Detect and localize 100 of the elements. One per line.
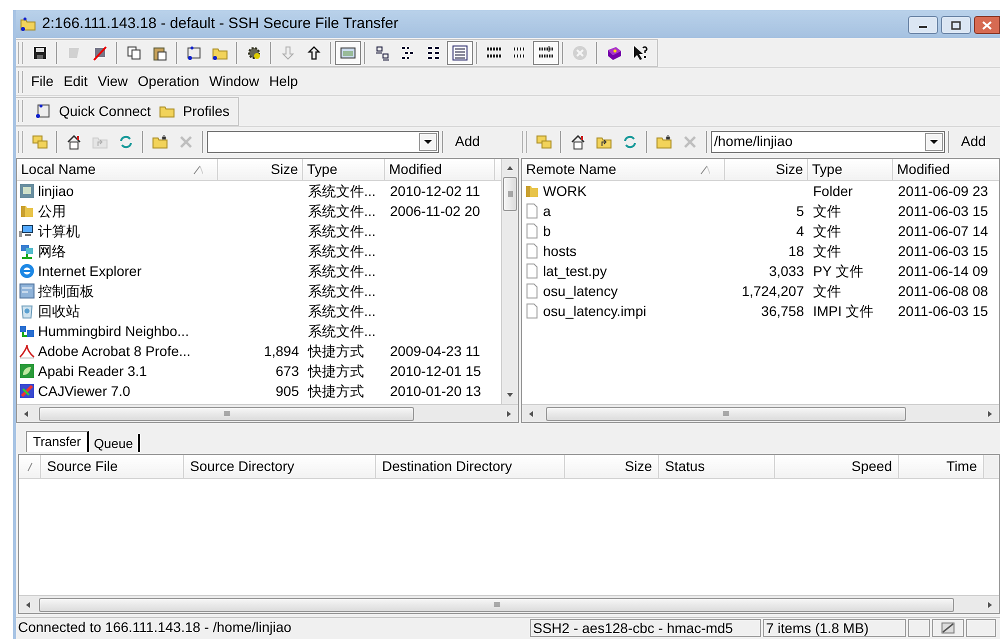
scrollbar-thumb[interactable] — [39, 406, 414, 420]
column-header[interactable]: Size — [725, 159, 808, 181]
column-header[interactable]: Type — [303, 159, 385, 181]
left-arrow-icon — [23, 410, 29, 418]
home-icon — [66, 134, 82, 150]
modified-date: 2006-11-02 20 — [390, 202, 480, 218]
modified-date: 2011-06-09 23 — [898, 182, 988, 198]
file-name[interactable]: linjiao — [38, 180, 74, 202]
status-field — [908, 618, 930, 636]
file-name[interactable]: osu_latency.impi — [543, 300, 646, 322]
disconnect-icon — [92, 45, 108, 61]
horizontal-scrollbar[interactable] — [522, 404, 999, 422]
menu-item[interactable]: File — [27, 70, 58, 92]
menu-item[interactable]: Edit — [60, 70, 92, 92]
file-name[interactable]: Internet Explorer — [38, 260, 142, 282]
add-button[interactable]: Add — [447, 130, 488, 154]
file-type: 系统文件... — [308, 242, 376, 258]
column-header[interactable]: Source Directory — [184, 455, 376, 479]
down-arrow-icon — [506, 392, 514, 398]
column-header[interactable]: Modified — [385, 159, 495, 181]
file-icon — [524, 203, 540, 219]
folder-icon — [19, 203, 35, 219]
computer-window-icon — [186, 45, 202, 61]
status-field: SSH2 - aes128-cbc - hmac-md5 — [530, 618, 761, 636]
details-button[interactable] — [447, 41, 473, 65]
quick-connect-button[interactable]: Quick Connect — [35, 99, 151, 123]
status-field — [966, 618, 996, 636]
minimize-button[interactable] — [908, 16, 938, 34]
scrollbar-thumb[interactable] — [503, 177, 517, 211]
file-name[interactable]: a — [543, 200, 551, 222]
column-header[interactable]: Speed — [775, 455, 899, 479]
file-name[interactable]: 回收站 — [38, 300, 80, 322]
folder-icon — [524, 183, 540, 199]
file-type: 文件 — [813, 282, 841, 298]
file-name[interactable]: 计算机 — [38, 220, 80, 242]
file-name[interactable]: hosts — [543, 240, 576, 262]
control-panel-icon — [19, 283, 35, 299]
path-combo[interactable]: /home/linjiao — [711, 130, 945, 152]
column-header[interactable]: Time — [899, 455, 984, 479]
new-folder-icon — [656, 134, 672, 150]
terminal-button[interactable] — [335, 41, 361, 65]
tab[interactable]: Transfer — [26, 431, 89, 452]
left-arrow-icon — [528, 410, 534, 418]
profiles-button[interactable]: Profiles — [158, 99, 230, 123]
scrollbar-thumb[interactable] — [546, 406, 906, 420]
refresh-icon — [622, 134, 638, 150]
horizontal-scrollbar[interactable] — [17, 404, 518, 422]
scrollbar-thumb[interactable] — [39, 598, 954, 612]
file-name[interactable]: Hummingbird Neighbo... — [38, 320, 189, 342]
file-size: 4 — [796, 222, 804, 238]
file-name[interactable]: Adobe Acrobat 8 Profe... — [38, 340, 191, 362]
path-text: /home/linjiao — [713, 132, 794, 151]
file-name[interactable]: 公用 — [38, 200, 66, 222]
file-name[interactable]: osu_latency — [543, 280, 618, 302]
menu-item[interactable]: Window — [205, 70, 264, 92]
file-icon — [524, 223, 540, 239]
dropdown-button[interactable] — [925, 132, 943, 150]
large-icons-icon — [374, 45, 390, 61]
file-name[interactable]: lat_test.py — [543, 260, 607, 282]
file-name[interactable]: Apabi Reader 3.1 — [38, 360, 147, 382]
auto-mode-button[interactable] — [533, 41, 559, 65]
file-name[interactable]: WORK — [543, 180, 587, 202]
menu-item[interactable]: View — [94, 70, 132, 92]
file-name[interactable]: CAJViewer 7.0 — [38, 380, 130, 402]
tab[interactable]: Queue — [88, 434, 140, 452]
folders-icon — [32, 134, 48, 150]
modified-date: 2011-06-03 15 — [898, 202, 988, 218]
maximize-button[interactable] — [941, 16, 971, 34]
column-header[interactable]: Local Name — [17, 159, 218, 181]
column-header[interactable]: Status — [659, 455, 775, 479]
network-app-icon — [19, 323, 35, 339]
column-header[interactable]: Size — [565, 455, 659, 479]
file-size: 36,758 — [761, 302, 804, 318]
dropdown-button[interactable] — [419, 132, 437, 150]
vertical-scrollbar[interactable] — [501, 159, 518, 404]
file-type: 系统文件... — [308, 282, 376, 298]
menu-item[interactable]: Help — [265, 70, 302, 92]
modified-date: 2011-06-14 09 — [898, 262, 988, 278]
column-header[interactable]: Remote Name — [522, 159, 725, 181]
file-name[interactable]: 控制面板 — [38, 280, 94, 302]
column-header[interactable]: Destination Directory — [376, 455, 565, 479]
file-name[interactable]: b — [543, 220, 551, 242]
viewer-icon — [19, 383, 35, 399]
help-book-icon — [606, 45, 622, 61]
column-header[interactable]: Type — [808, 159, 893, 181]
path-combo[interactable] — [207, 130, 439, 152]
modified-date: 2010-12-01 15 — [390, 362, 482, 378]
column-header[interactable]: Size — [218, 159, 303, 181]
browser-icon — [19, 263, 35, 279]
file-type: PY 文件 — [813, 262, 864, 278]
file-name[interactable]: 网络 — [38, 240, 66, 262]
sort-indicator-icon — [700, 164, 710, 174]
connect-icon — [66, 45, 82, 61]
menu-item[interactable]: Operation — [134, 70, 204, 92]
home-icon — [570, 134, 586, 150]
add-button[interactable]: Add — [953, 130, 994, 154]
maximize-icon — [950, 20, 962, 30]
column-header[interactable]: Source File — [41, 455, 184, 479]
horizontal-scrollbar[interactable] — [19, 595, 999, 613]
close-button[interactable] — [974, 16, 1000, 34]
